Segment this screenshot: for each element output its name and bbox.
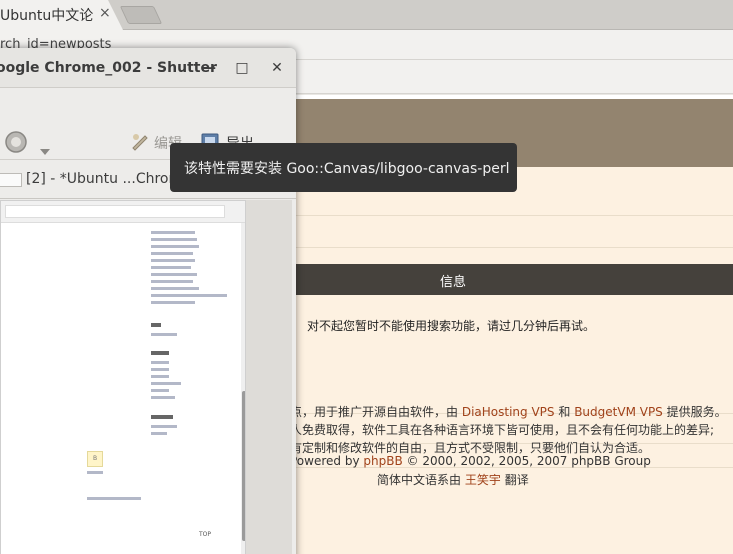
- preview-text-line: [87, 497, 141, 500]
- footer-line-4: Powered by phpBB © 2000, 2002, 2005, 200…: [290, 454, 651, 468]
- tab-close-icon[interactable]: ×: [99, 5, 111, 21]
- shutter-menubar: [0, 88, 296, 126]
- preview-text-line: [151, 382, 181, 385]
- footer-text: 点，用于推广开源自由软件，由: [290, 405, 459, 419]
- preview-text-line: [151, 432, 167, 435]
- chevron-down-icon[interactable]: [40, 140, 50, 159]
- upload-icon[interactable]: [4, 130, 28, 154]
- footer-line-5: 简体中文语系由 王笑宇 翻译: [377, 471, 529, 488]
- preview-badge: B: [87, 451, 103, 467]
- preview-text-line: [151, 375, 169, 378]
- tooltip: 该特性需要安装 Goo::Canvas/libgoo-canvas-perl: [170, 143, 517, 192]
- preview-top-link: TOP: [199, 531, 212, 538]
- preview-text-line: [151, 333, 177, 336]
- preview-text-line: [151, 294, 227, 297]
- preview-heading: [151, 351, 169, 355]
- preview-text-line: [151, 361, 169, 364]
- preview-text-line: [151, 425, 177, 428]
- tooltip-text: 该特性需要安装 Goo::Canvas/libgoo-canvas-perl: [184, 161, 510, 177]
- shutter-title: oogle Chrome_002 - Shutter: [0, 60, 217, 76]
- footer-line-1: 点，用于推广开源自由软件，由 DiaHosting VPS 和 BudgetVM…: [290, 403, 727, 420]
- phpbb-link[interactable]: phpBB: [363, 454, 402, 468]
- preview-page: B TOP: [0, 200, 246, 554]
- preview-text-line: [151, 368, 169, 371]
- preview-text-line: [151, 259, 195, 262]
- footer-text: 翻译: [504, 473, 529, 487]
- preview-text-line: [151, 231, 195, 234]
- footer-text: Powered by: [290, 454, 360, 468]
- footer-text: © 2000, 2002, 2005, 2007 phpBB Group: [406, 454, 651, 468]
- footer-text: 简体中文语系由: [377, 473, 462, 487]
- new-tab-button[interactable]: [119, 6, 163, 24]
- preview-text-line: [151, 301, 195, 304]
- browser-tab-strip: Ubuntu中文论 ×: [0, 0, 733, 30]
- budgetvm-link[interactable]: BudgetVM VPS: [574, 405, 663, 419]
- close-button[interactable]: ✕: [266, 57, 288, 79]
- info-message: 对不起您暂时不能使用搜索功能，请过几分钟后再试。: [307, 319, 596, 333]
- translator-link[interactable]: 王笑宇: [465, 473, 501, 487]
- preview-heading: [151, 415, 173, 419]
- preview-heading: [151, 323, 161, 327]
- preview-text-line: [151, 252, 193, 255]
- preview-scrollbar-thumb: [242, 391, 245, 541]
- preview-text-line: [151, 245, 199, 248]
- maximize-button[interactable]: □: [231, 57, 253, 79]
- shutter-window: oogle Chrome_002 - Shutter — □ ✕ 编辑 [2] …: [0, 48, 296, 554]
- preview-text-line: [151, 266, 191, 269]
- footer-text: 提供服务。: [666, 405, 727, 419]
- footer-line-2: 人免费取得，软件工具在各种语言环境下皆可使用，且不会有任何功能上的差异;: [290, 423, 715, 437]
- shutter-titlebar[interactable]: oogle Chrome_002 - Shutter — □ ✕: [0, 48, 296, 88]
- preview-text-line: [151, 389, 169, 392]
- browser-tab-title: Ubuntu中文论: [0, 8, 94, 24]
- screenshot-preview[interactable]: B TOP: [0, 200, 292, 554]
- preview-text-line: [151, 238, 197, 241]
- preview-text-line: [151, 287, 199, 290]
- preview-address-bar: [5, 205, 225, 218]
- preview-text-line: [151, 396, 175, 399]
- minimize-button[interactable]: —: [198, 57, 220, 79]
- tab-thumbnail: [0, 173, 22, 187]
- footer-text: 和: [558, 405, 571, 419]
- preview-toolbar: [1, 201, 245, 223]
- diahosting-link[interactable]: DiaHosting VPS: [462, 405, 555, 419]
- edit-icon: [130, 131, 150, 155]
- preview-text-line: [151, 280, 193, 283]
- preview-text-line: [151, 273, 197, 276]
- browser-tab-active[interactable]: Ubuntu中文论 ×: [0, 0, 123, 30]
- preview-text-line: [87, 471, 103, 474]
- info-title: 信息: [440, 275, 467, 290]
